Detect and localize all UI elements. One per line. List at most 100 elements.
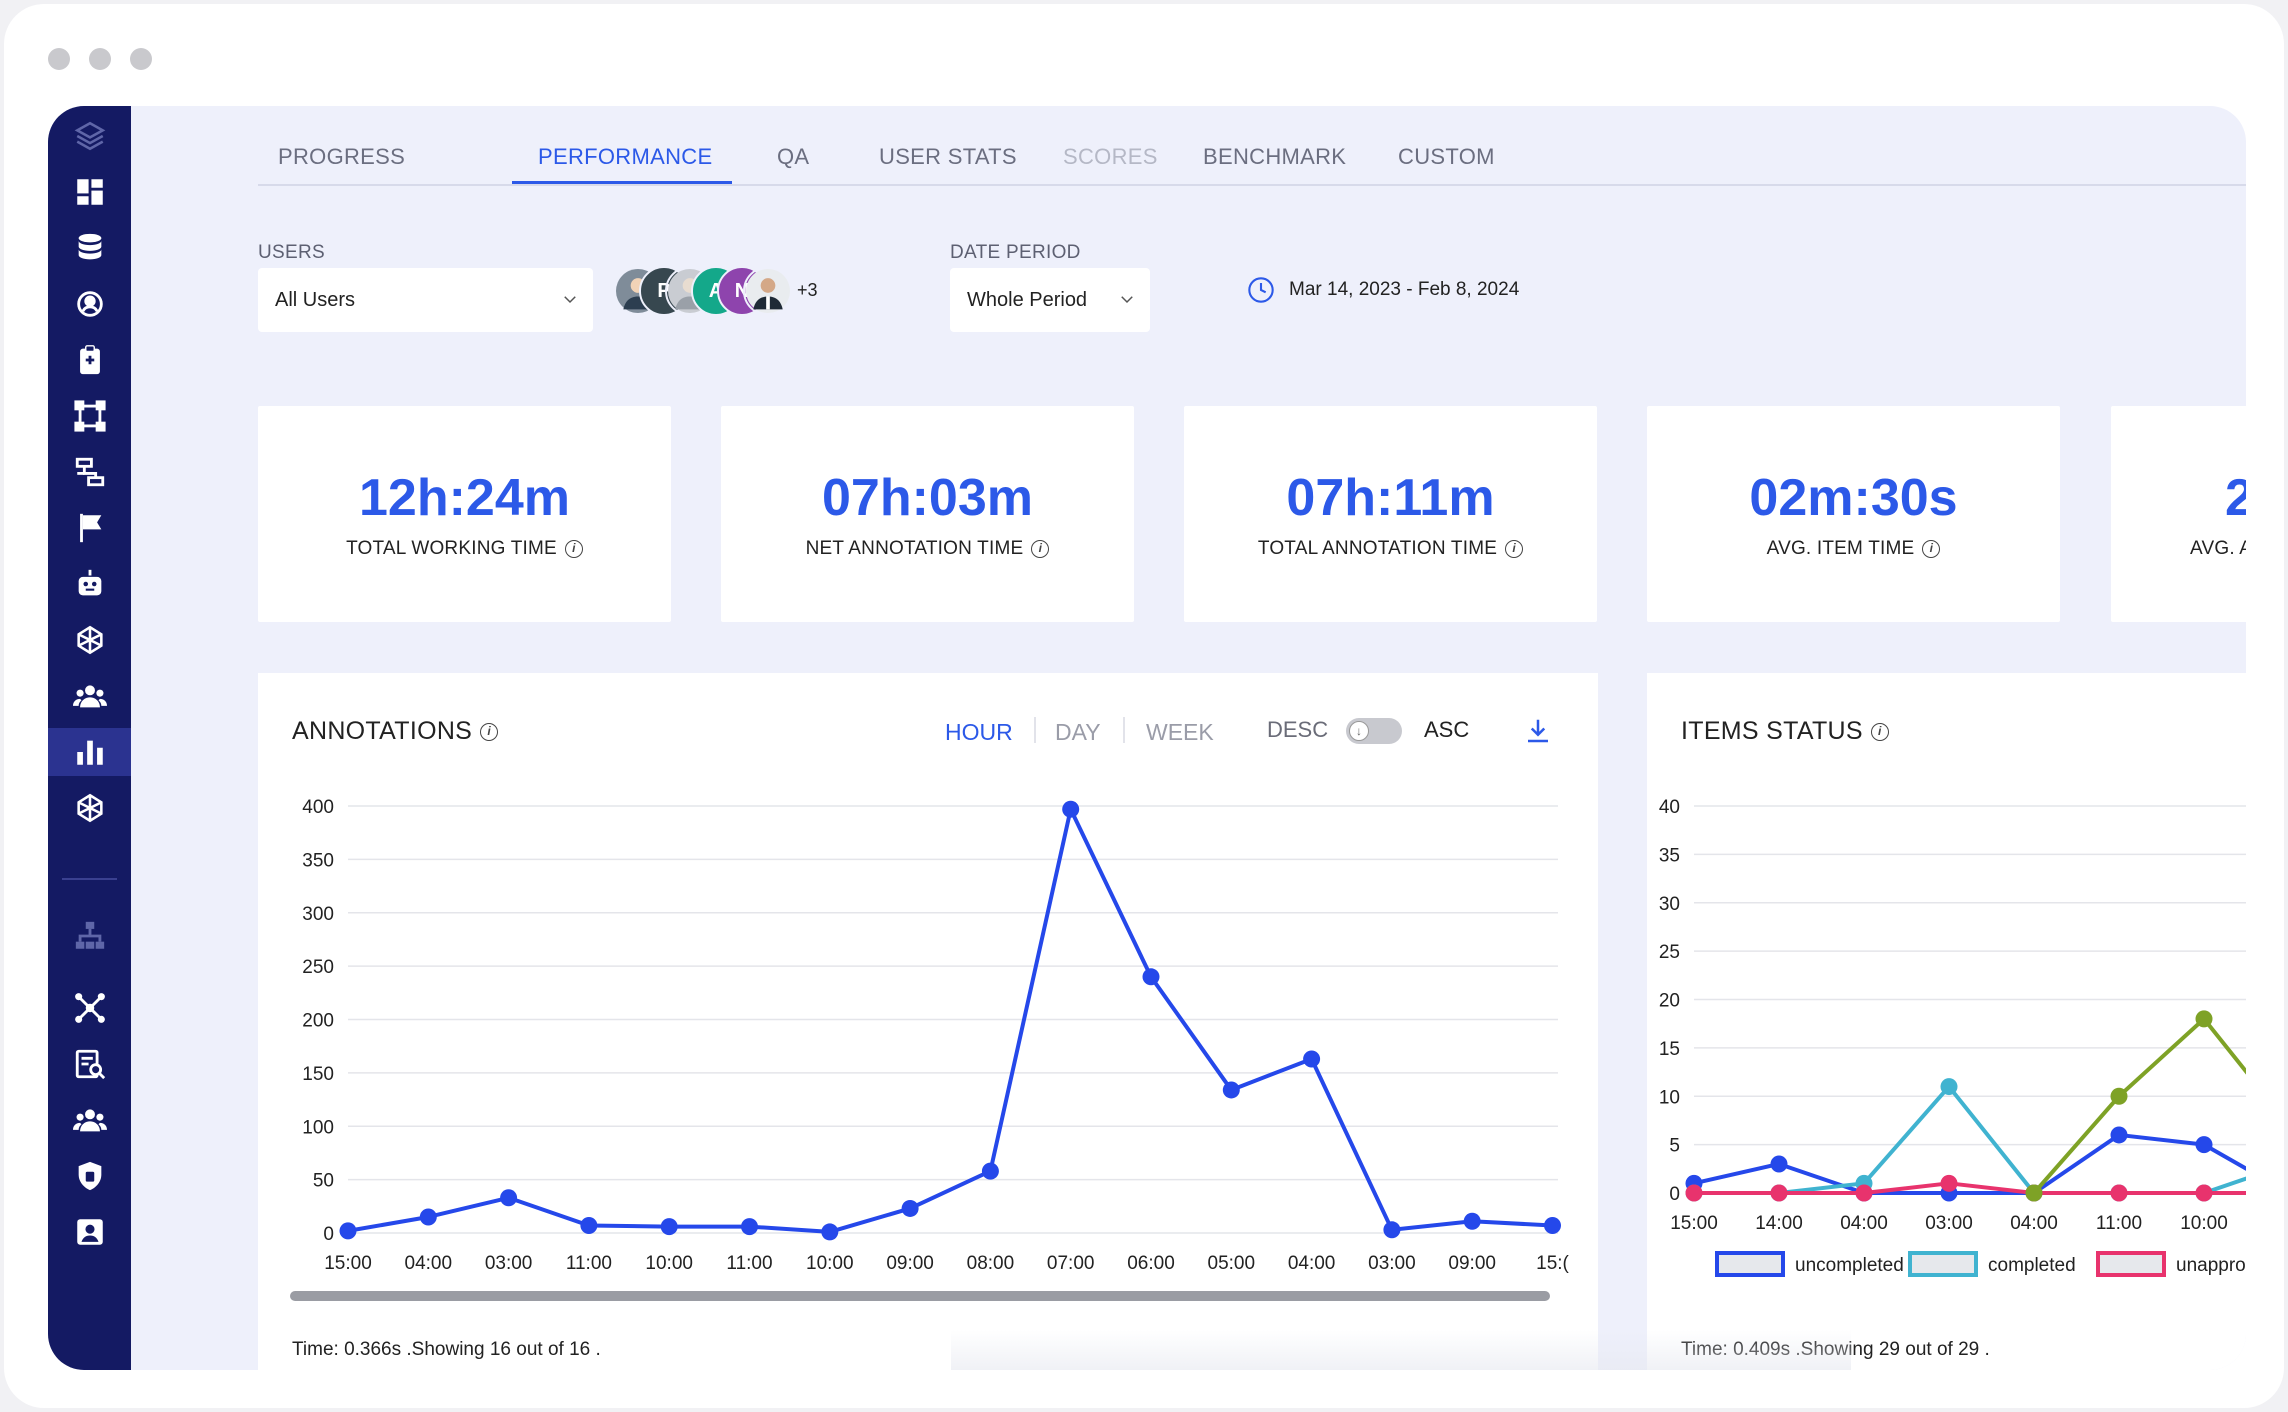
avatar[interactable] (743, 266, 793, 316)
x-tick-label: 04:00 (405, 1253, 453, 1274)
dashboard-icon[interactable] (48, 168, 131, 216)
info-icon[interactable]: i (1922, 539, 1941, 558)
info-icon[interactable]: i (1505, 539, 1524, 558)
x-tick-label: 06:00 (1127, 1253, 1175, 1274)
tab-custom[interactable]: CUSTOM (1398, 144, 1495, 170)
kpi-label: TOTAL WORKING TIME i (258, 538, 671, 560)
data-point (2196, 1010, 2213, 1027)
analytics-icon[interactable] (48, 728, 131, 776)
y-tick-label: 0 (1669, 1184, 1680, 1205)
x-tick-label: 03:00 (1368, 1253, 1416, 1274)
x-tick-label: 04:00 (1288, 1253, 1336, 1274)
range-day[interactable]: DAY (1055, 719, 1101, 746)
avatars-more-count[interactable]: +3 (797, 280, 818, 301)
kpi-card: 2 AVG. ANNO (2111, 406, 2246, 622)
clock-icon (1248, 277, 1274, 303)
x-tick-label: 10:00 (645, 1253, 693, 1274)
document-search-icon[interactable] (48, 1040, 131, 1088)
kpi-value: 02m:30s (1749, 469, 1958, 527)
legend-label: uncompleted (1795, 1255, 1904, 1276)
info-icon[interactable]: i (564, 539, 583, 558)
y-tick-label: 0 (323, 1224, 334, 1245)
y-tick-label: 50 (313, 1171, 334, 1192)
kpi-value: 12h:24m (359, 469, 570, 527)
x-tick-label: 11:00 (726, 1253, 772, 1274)
x-tick-label: 05:00 (1208, 1253, 1256, 1274)
y-tick-label: 400 (302, 797, 334, 818)
flag-icon[interactable] (48, 504, 131, 552)
users-select[interactable]: All Users (258, 268, 593, 332)
range-hour[interactable]: HOUR (945, 719, 1013, 746)
x-tick-label: 14:00 (1755, 1213, 1803, 1234)
y-tick-label: 150 (302, 1064, 334, 1085)
sidebar-divider (62, 878, 117, 880)
date-range-display[interactable]: Mar 14, 2023 - Feb 8, 2024 (1247, 276, 1519, 304)
database-icon[interactable] (48, 224, 131, 272)
data-point (821, 1223, 839, 1241)
date-period-select[interactable]: Whole Period (950, 268, 1150, 332)
data-point (1686, 1185, 1703, 1202)
panel-footer: Time: 0.366s .Showing 16 out of 16 . (292, 1339, 601, 1360)
data-point (1383, 1221, 1401, 1239)
shield-icon[interactable] (48, 1152, 131, 1200)
main-content: PROGRESS PERFORMANCE QA USER STATS SCORE… (131, 106, 2246, 1370)
window-dot[interactable] (48, 48, 70, 70)
hierarchy-icon[interactable] (48, 912, 131, 960)
horizontal-scrollbar[interactable] (290, 1291, 1550, 1301)
network-icon[interactable] (48, 616, 131, 664)
data-point (1062, 800, 1080, 818)
x-tick-label: 15:00 (1670, 1213, 1718, 1234)
layers-logo-icon[interactable] (48, 112, 131, 160)
tab-qa[interactable]: QA (777, 144, 809, 170)
settings-user-icon[interactable] (48, 280, 131, 328)
x-tick-label: 03:00 (1925, 1213, 1973, 1234)
sort-toggle[interactable]: ↓ (1346, 718, 1402, 744)
kpi-card: 07h:11m TOTAL ANNOTATION TIME i (1184, 406, 1597, 622)
team-icon[interactable] (48, 1096, 131, 1144)
tab-user-stats[interactable]: USER STATS (879, 144, 1017, 170)
tab-progress[interactable]: PROGRESS (278, 144, 405, 170)
x-tick-label: 15:00 (324, 1253, 372, 1274)
range-week[interactable]: WEEK (1146, 719, 1214, 746)
x-tick-label: 03:00 (485, 1253, 533, 1274)
range-divider (1123, 717, 1125, 743)
annotations-chart: 0 50 100 150 200 250 300 350 400 15:00 04:00 03:00 1… (290, 797, 1570, 1301)
date-period-label: DATE PERIOD (950, 242, 1081, 263)
x-tick-label: 08:00 (967, 1253, 1015, 1274)
window-dot[interactable] (89, 48, 111, 70)
y-tick-label: 20 (1659, 991, 1680, 1012)
info-icon[interactable]: i (1031, 539, 1050, 558)
y-tick-label: 350 (302, 850, 334, 871)
tab-scores[interactable]: SCORES (1063, 144, 1158, 170)
bounding-box-icon[interactable] (48, 392, 131, 440)
data-point (741, 1218, 758, 1236)
tab-performance[interactable]: PERFORMANCE (538, 144, 712, 170)
user-avatars[interactable]: P A N +3 (613, 266, 843, 316)
sort-asc-label[interactable]: ASC (1424, 717, 1469, 743)
id-card-icon[interactable] (48, 1208, 131, 1256)
app-viewport: PROGRESS PERFORMANCE QA USER STATS SCORE… (48, 106, 2246, 1370)
items-status-panel: ITEMS STATUS i 0 5 10 15 20 25 30 35 40 15:00 14:00… (1647, 673, 2246, 1370)
y-tick-label: 30 (1659, 894, 1680, 915)
tab-benchmark[interactable]: BENCHMARK (1203, 144, 1346, 170)
x-tick-label: 04:00 (1840, 1213, 1888, 1234)
data-point (580, 1217, 598, 1235)
y-tick-label: 250 (302, 957, 334, 978)
info-icon[interactable]: i (480, 723, 499, 742)
team-icon[interactable] (48, 672, 131, 720)
arrow-down-icon: ↓ (1349, 721, 1369, 741)
info-icon[interactable]: i (1870, 723, 1889, 742)
workflow-icon[interactable] (48, 448, 131, 496)
range-divider (1034, 717, 1036, 743)
clipboard-icon[interactable] (48, 336, 131, 384)
sort-desc-label[interactable]: DESC (1267, 717, 1328, 743)
data-point (500, 1189, 518, 1207)
download-icon[interactable] (1523, 716, 1553, 746)
window-dot[interactable] (130, 48, 152, 70)
users-select-value: All Users (275, 288, 356, 311)
robot-icon[interactable] (48, 560, 131, 608)
legend-swatch (1717, 1253, 1783, 1275)
kpi-card: 07h:03m NET ANNOTATION TIME i (721, 406, 1134, 622)
nodes-icon[interactable] (48, 984, 131, 1032)
network-icon[interactable] (48, 784, 131, 832)
